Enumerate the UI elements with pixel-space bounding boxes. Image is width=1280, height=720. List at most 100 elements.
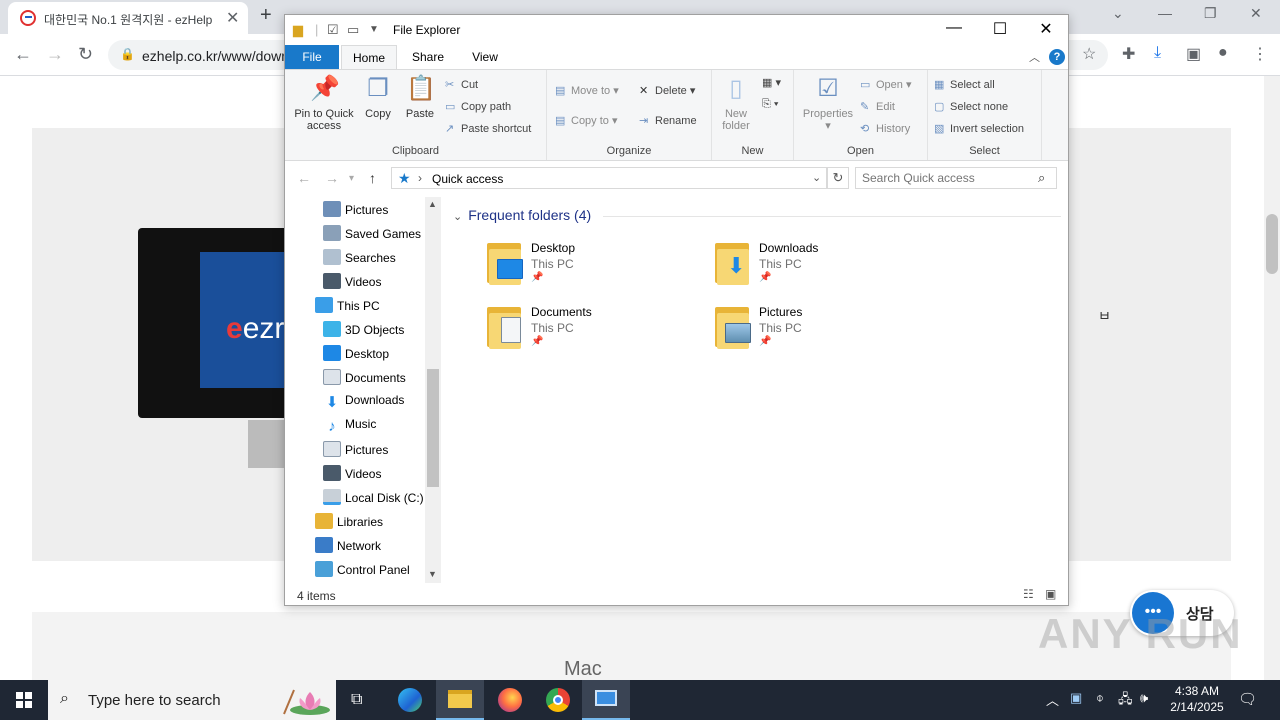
tab-share[interactable]: Share bbox=[403, 45, 453, 69]
side-panel-icon[interactable]: ▣ bbox=[1186, 44, 1201, 64]
lock-icon[interactable]: 🔒 bbox=[120, 47, 135, 61]
new-item-icon[interactable]: ▦ ▾ bbox=[762, 76, 781, 89]
task-view-button[interactable]: ⧉ bbox=[336, 680, 384, 720]
taskbar-search[interactable]: ⌕ Type here to search bbox=[48, 680, 336, 720]
start-button[interactable] bbox=[0, 680, 48, 720]
nav-item-videos-user[interactable]: Videos bbox=[323, 273, 381, 295]
nav-pane-scrollbar[interactable]: ▲ ▼ bbox=[425, 197, 441, 583]
nav-item-libraries[interactable]: Libraries bbox=[315, 513, 383, 535]
scroll-up-icon[interactable]: ▲ bbox=[428, 199, 437, 209]
restore-icon[interactable]: ❐ bbox=[1204, 5, 1217, 22]
clock[interactable]: 4:38 AM 2/14/2025 bbox=[1160, 683, 1234, 715]
nav-item-pictures-user[interactable]: Pictures bbox=[323, 201, 388, 223]
tab-search-chevron-icon[interactable]: ⌄ bbox=[1112, 5, 1124, 22]
close-icon[interactable]: ✕ bbox=[1023, 19, 1069, 43]
new-tab-button[interactable]: + bbox=[260, 4, 272, 27]
nav-scroll-thumb[interactable] bbox=[427, 369, 439, 487]
back-icon[interactable]: ← bbox=[14, 44, 32, 65]
rename-button[interactable]: ⇥ Rename bbox=[639, 114, 697, 127]
search-icon[interactable]: ⌕ bbox=[1038, 170, 1045, 186]
nav-item-videos[interactable]: Videos bbox=[323, 465, 381, 487]
network-tray-icon[interactable]: 🖧 bbox=[1118, 690, 1133, 712]
paste-shortcut-button[interactable]: ↗ Paste shortcut bbox=[445, 122, 531, 135]
new-folder-button[interactable]: ▯ New folder bbox=[716, 74, 756, 132]
firefox-taskbar-button[interactable] bbox=[486, 680, 534, 720]
remote-app-taskbar-button[interactable] bbox=[582, 680, 630, 720]
nav-item-pictures[interactable]: Pictures bbox=[323, 441, 388, 463]
nav-item-searches[interactable]: Searches bbox=[323, 249, 396, 271]
recent-locations-icon[interactable]: ▾ bbox=[349, 173, 354, 184]
nav-item-3d-objects[interactable]: 3D Objects bbox=[323, 321, 404, 343]
large-icons-view-icon[interactable]: ▣ bbox=[1045, 587, 1056, 601]
paste-button[interactable]: 📋 Paste bbox=[401, 74, 439, 120]
copy-to-button[interactable]: ▤ Copy to ▾ bbox=[555, 114, 618, 127]
forward-icon[interactable]: → bbox=[46, 44, 64, 65]
nav-item-local-disk[interactable]: Local Disk (C:) bbox=[323, 489, 424, 511]
nav-item-control-panel[interactable]: Control Panel bbox=[315, 561, 410, 583]
notifications-icon[interactable]: 🗨 bbox=[1238, 690, 1257, 708]
minimize-icon[interactable]: — bbox=[931, 19, 977, 43]
nav-item-documents[interactable]: Documents bbox=[323, 369, 406, 391]
details-view-icon[interactable]: ☷ bbox=[1023, 587, 1034, 601]
nav-item-music[interactable]: ♪ Music bbox=[323, 417, 376, 439]
delete-button[interactable]: ✕ Delete ▾ bbox=[639, 84, 695, 97]
nav-item-this-pc[interactable]: This PC bbox=[315, 297, 380, 319]
close-icon[interactable]: ✕ bbox=[1250, 5, 1262, 22]
profile-avatar-icon[interactable]: ● bbox=[1218, 44, 1228, 62]
history-button[interactable]: ⟲ History bbox=[860, 122, 910, 135]
file-explorer-taskbar-button[interactable] bbox=[436, 680, 484, 720]
tab-home[interactable]: Home bbox=[341, 45, 397, 69]
up-icon[interactable]: ↑ bbox=[369, 170, 376, 186]
cut-button[interactable]: ✂ Cut bbox=[445, 78, 478, 91]
frequent-folders-header[interactable]: ⌄ Frequent folders (4) bbox=[453, 207, 591, 223]
copy-button[interactable]: ❐ Copy bbox=[361, 74, 395, 120]
bookmark-star-icon[interactable]: ☆ bbox=[1082, 44, 1096, 64]
maximize-icon[interactable]: ☐ bbox=[977, 19, 1023, 43]
edge-taskbar-button[interactable] bbox=[386, 680, 434, 720]
nav-item-downloads[interactable]: ⬇ Downloads bbox=[323, 393, 405, 415]
move-to-button[interactable]: ▤ Move to ▾ bbox=[555, 84, 619, 97]
nav-item-desktop[interactable]: Desktop bbox=[323, 345, 389, 367]
chrome-taskbar-button[interactable] bbox=[534, 680, 582, 720]
breadcrumb-location[interactable]: Quick access bbox=[432, 172, 503, 186]
select-none-button[interactable]: ▢ Select none bbox=[934, 100, 1008, 113]
address-box[interactable]: ★ › Quick access ⌄ bbox=[391, 167, 827, 189]
collapse-chevron-icon[interactable]: ⌄ bbox=[453, 211, 462, 223]
search-box[interactable]: ⌕ bbox=[855, 167, 1057, 189]
taskbar-search-placeholder[interactable]: Type here to search bbox=[88, 692, 221, 709]
breadcrumb-chevron-icon[interactable]: › bbox=[418, 171, 422, 185]
edit-button[interactable]: ✎ Edit bbox=[860, 100, 895, 113]
properties-button[interactable]: ☑ Properties ▾ bbox=[800, 74, 856, 132]
download-icon[interactable]: ⤓ bbox=[1154, 44, 1161, 62]
nav-item-saved-games[interactable]: Saved Games bbox=[323, 225, 421, 247]
tab-view[interactable]: View bbox=[457, 45, 513, 69]
properties-quick-icon[interactable]: ☑ bbox=[327, 22, 339, 38]
menu-kebab-icon[interactable]: ⋮ bbox=[1252, 44, 1268, 64]
customize-quick-access-icon[interactable]: ▼ bbox=[369, 24, 379, 35]
tab-file[interactable]: File bbox=[285, 45, 339, 69]
collapse-ribbon-icon[interactable]: ︿ bbox=[1029, 49, 1040, 65]
new-folder-quick-icon[interactable]: ▭ bbox=[347, 22, 359, 38]
reload-icon[interactable]: ↻ bbox=[78, 44, 93, 65]
search-input[interactable] bbox=[862, 171, 1032, 185]
nav-item-network[interactable]: Network bbox=[315, 537, 381, 559]
tray-app-icon[interactable]: ▣ bbox=[1070, 690, 1082, 706]
address-dropdown-icon[interactable]: ⌄ bbox=[812, 171, 821, 184]
browser-tab[interactable]: 대한민국 No.1 원격지원 - ezHelp ✕ bbox=[8, 2, 248, 34]
show-hidden-icons-chevron-icon[interactable]: ︿ bbox=[1046, 690, 1059, 709]
scroll-down-icon[interactable]: ▼ bbox=[428, 569, 437, 579]
extensions-icon[interactable]: ✚ bbox=[1122, 44, 1135, 64]
folder-tile-pictures[interactable]: Pictures This PC 📌 bbox=[713, 305, 913, 365]
pin-to-quick-access-button[interactable]: 📌 Pin to Quick access bbox=[289, 74, 359, 132]
volume-icon[interactable]: 🕪 bbox=[1140, 690, 1148, 706]
help-icon[interactable]: ? bbox=[1049, 49, 1065, 65]
easy-access-icon[interactable]: ⎘ ▾ bbox=[762, 98, 778, 111]
folder-tile-documents[interactable]: Documents This PC 📌 bbox=[485, 305, 685, 365]
close-tab-icon[interactable]: ✕ bbox=[226, 8, 239, 28]
back-icon[interactable]: ← bbox=[297, 170, 311, 186]
scrollbar-thumb[interactable] bbox=[1266, 214, 1278, 274]
open-button[interactable]: ▭ Open ▾ bbox=[860, 78, 912, 91]
folder-tile-downloads[interactable]: ⬇ Downloads This PC 📌 bbox=[713, 241, 913, 301]
copy-path-button[interactable]: ▭ Copy path bbox=[445, 100, 511, 113]
minimize-icon[interactable]: — bbox=[1158, 5, 1172, 21]
